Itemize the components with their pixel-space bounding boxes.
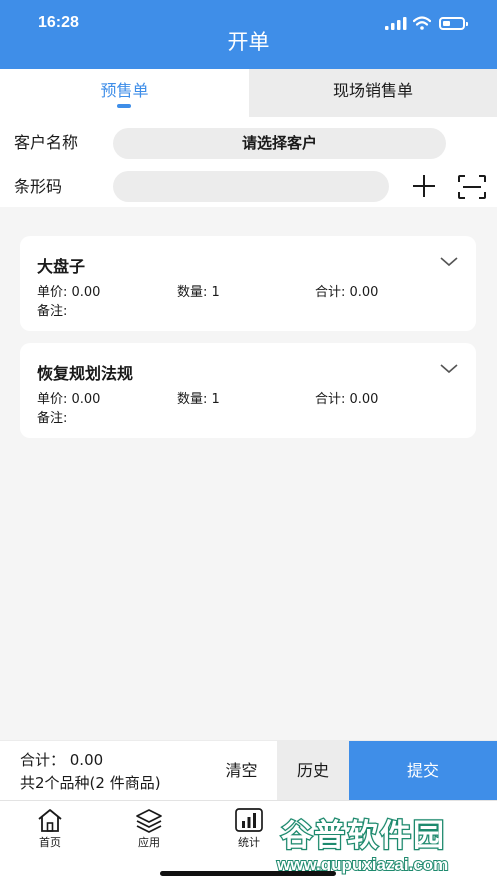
quantity: 数量: 1	[177, 392, 220, 407]
line-total: 合计: 0.00	[315, 392, 379, 407]
app-header: 16:28 开单	[0, 0, 497, 69]
layers-icon	[136, 809, 162, 833]
home-indicator	[160, 871, 336, 876]
order-footer: 合计： 0.00 共2个品种(2 件商品) 清空 历史 提交	[0, 740, 497, 801]
order-total: 合计： 0.00	[20, 751, 104, 769]
product-name: 大盘子	[37, 257, 86, 276]
home-icon	[38, 809, 62, 832]
order-item-card[interactable]: 恢复规划法规 单价: 0.00 数量: 1 合计: 0.00 备注:	[20, 343, 476, 438]
scan-icon[interactable]	[457, 174, 487, 200]
history-button[interactable]: 历史	[277, 741, 349, 801]
watermark-brand: 谷普软件园	[280, 817, 446, 856]
unit-price: 单价: 0.00	[37, 285, 101, 300]
order-type-tabs: 预售单 现场销售单	[0, 69, 497, 117]
note: 备注:	[37, 304, 68, 319]
customer-select[interactable]: 请选择客户	[113, 128, 446, 159]
barcode-label: 条形码	[14, 177, 63, 196]
customer-label: 客户名称	[14, 133, 79, 152]
add-icon[interactable]	[410, 172, 438, 200]
chevron-down-icon[interactable]	[440, 364, 458, 374]
tab-presale[interactable]: 预售单	[0, 69, 249, 117]
tab-onsite-sale[interactable]: 现场销售单	[249, 69, 497, 117]
page-title: 开单	[227, 30, 270, 54]
submit-button[interactable]: 提交	[349, 741, 497, 801]
product-name: 恢复规划法规	[37, 364, 134, 383]
note: 备注:	[37, 411, 68, 426]
nav-label: 首页	[39, 836, 61, 849]
clear-button[interactable]: 清空	[206, 741, 277, 801]
order-item-card[interactable]: 大盘子 单价: 0.00 数量: 1 合计: 0.00 备注:	[20, 236, 476, 331]
line-total: 合计: 0.00	[315, 285, 379, 300]
nav-item-home[interactable]: 首页	[0, 801, 100, 861]
bar-chart-icon	[235, 808, 263, 832]
nav-label: 应用	[138, 836, 160, 849]
unit-price: 单价: 0.00	[37, 392, 101, 407]
chevron-down-icon[interactable]	[440, 257, 458, 267]
quantity: 数量: 1	[177, 285, 220, 300]
barcode-input[interactable]	[113, 171, 389, 202]
item-count: 共2个品种(2 件商品)	[20, 774, 161, 792]
order-form: 客户名称 请选择客户 条形码	[0, 117, 497, 207]
nav-item-apps[interactable]: 应用	[99, 801, 199, 861]
